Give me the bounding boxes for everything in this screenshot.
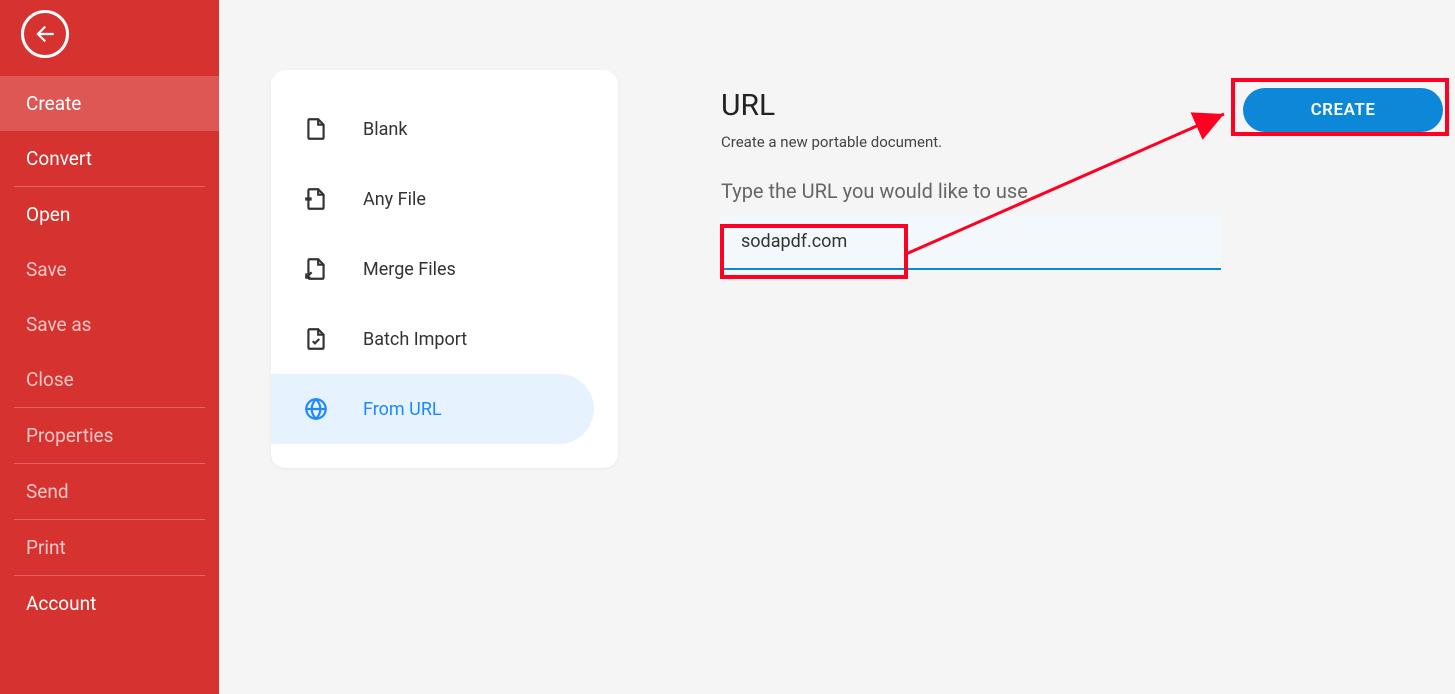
- sidebar-item-label: Save as: [26, 313, 92, 336]
- batch-icon: [303, 326, 329, 352]
- arrow-left-icon: [32, 21, 58, 47]
- url-input[interactable]: [721, 215, 1221, 270]
- sidebar-item-send[interactable]: Send: [0, 464, 219, 519]
- page-title: URL: [721, 88, 942, 123]
- option-label: Any File: [363, 189, 426, 210]
- sidebar-item-label: Send: [26, 480, 69, 503]
- back-button[interactable]: [21, 10, 69, 58]
- option-label: Blank: [363, 119, 407, 140]
- option-any-file[interactable]: Any File: [271, 164, 594, 234]
- option-from-url[interactable]: From URL: [271, 374, 594, 444]
- sidebar-item-label: Open: [26, 203, 70, 226]
- sidebar-item-create[interactable]: Create: [0, 76, 219, 131]
- sidebar-item-label: Print: [26, 536, 66, 559]
- option-label: Batch Import: [363, 329, 467, 350]
- sidebar-item-label: Properties: [26, 424, 113, 447]
- option-label: From URL: [363, 399, 442, 420]
- sidebar-item-label: Save: [26, 258, 67, 281]
- sidebar-item-close[interactable]: Close: [0, 352, 219, 407]
- sidebar-item-print[interactable]: Print: [0, 520, 219, 575]
- sidebar-item-open[interactable]: Open: [0, 187, 219, 242]
- option-label: Merge Files: [363, 259, 456, 280]
- option-batch-import[interactable]: Batch Import: [271, 304, 594, 374]
- anyfile-icon: [303, 186, 329, 212]
- url-prompt: Type the URL you would like to use: [721, 179, 1443, 203]
- merge-icon: [303, 256, 329, 282]
- sidebar-item-label: Close: [26, 368, 74, 391]
- sidebar-item-save[interactable]: Save: [0, 242, 219, 297]
- sidebar-item-label: Account: [26, 592, 96, 615]
- file-icon: [303, 116, 329, 142]
- option-blank[interactable]: Blank: [271, 94, 594, 164]
- main-panel: URL Create a new portable document. CREA…: [618, 0, 1455, 694]
- sidebar-item-properties[interactable]: Properties: [0, 408, 219, 463]
- page-subtitle: Create a new portable document.: [721, 133, 942, 151]
- create-options-card: Blank Any File Merge Files Batch Import …: [271, 70, 618, 468]
- sidebar-item-label: Create: [26, 92, 81, 115]
- left-sidebar: Create Convert Open Save Save as Close P…: [0, 0, 219, 694]
- sidebar-item-label: Convert: [26, 147, 92, 170]
- create-button[interactable]: CREATE: [1243, 88, 1443, 132]
- sidebar-item-convert[interactable]: Convert: [0, 131, 219, 186]
- option-merge-files[interactable]: Merge Files: [271, 234, 594, 304]
- sidebar-item-account[interactable]: Account: [0, 576, 219, 631]
- sidebar-item-save-as[interactable]: Save as: [0, 297, 219, 352]
- globe-icon: [303, 396, 329, 422]
